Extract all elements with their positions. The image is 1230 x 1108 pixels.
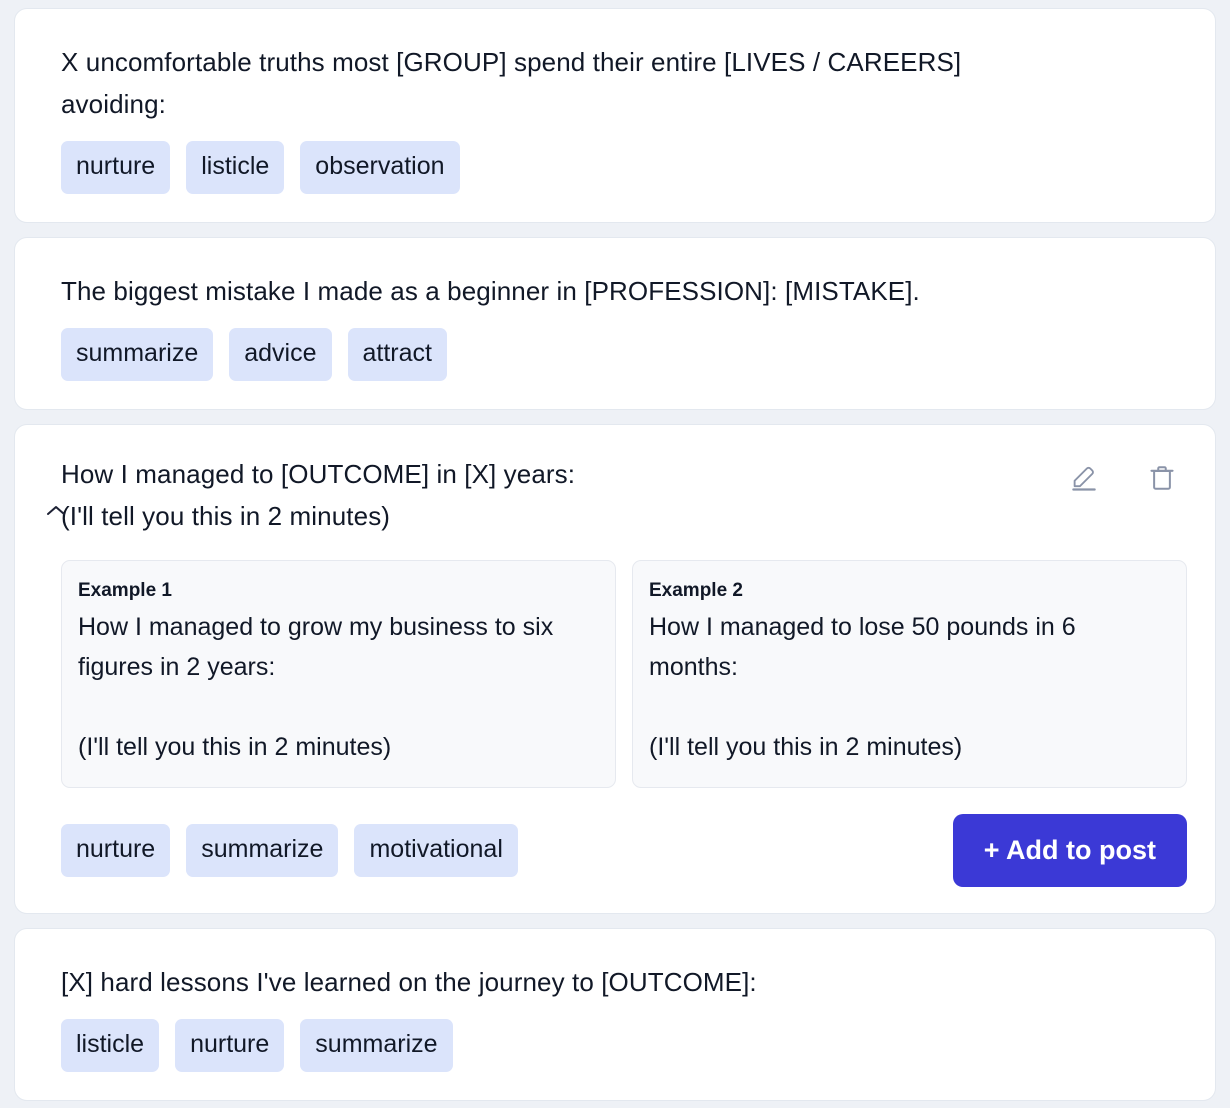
- tag-chip[interactable]: nurture: [61, 141, 171, 195]
- collapse-toggle-button[interactable]: [43, 497, 69, 523]
- tag-list: summarize advice attract: [61, 328, 1187, 382]
- example-box: Example 2 How I managed to lose 50 pound…: [632, 559, 1187, 789]
- card-header: How I managed to [OUTCOME] in [X] years:…: [61, 453, 1187, 537]
- prompt-text: X uncomfortable truths most [GROUP] spen…: [61, 47, 962, 120]
- edit-button[interactable]: [1067, 461, 1101, 495]
- tag-chip[interactable]: nurture: [175, 1019, 285, 1073]
- tag-chip[interactable]: summarize: [61, 328, 214, 382]
- delete-button[interactable]: [1145, 461, 1179, 495]
- example-text: How I managed to lose 50 pounds in 6 mon…: [649, 613, 1076, 762]
- tag-chip[interactable]: listicle: [61, 1019, 160, 1073]
- example-text: How I managed to grow my business to six…: [78, 613, 554, 762]
- tag-list: nurture summarize motivational: [61, 824, 518, 878]
- prompt-template-list: X uncomfortable truths most [GROUP] spen…: [0, 0, 1230, 1108]
- tag-chip[interactable]: observation: [300, 141, 460, 195]
- example-label: Example 2: [649, 579, 743, 601]
- tag-chip[interactable]: nurture: [61, 824, 171, 878]
- card-footer: nurture summarize motivational + Add to …: [61, 814, 1187, 888]
- pencil-edit-icon: [1072, 467, 1096, 491]
- tag-chip[interactable]: listicle: [186, 141, 285, 195]
- example-list: Example 1 How I managed to grow my busin…: [61, 559, 1187, 789]
- prompt-text: How I managed to [OUTCOME] in [X] years:…: [61, 459, 576, 532]
- tag-chip[interactable]: advice: [229, 328, 332, 382]
- chevron-up-icon: [47, 506, 65, 516]
- prompt-card-expanded[interactable]: How I managed to [OUTCOME] in [X] years:…: [14, 424, 1216, 915]
- example-box: Example 1 How I managed to grow my busin…: [61, 559, 616, 789]
- tag-list: listicle nurture summarize: [61, 1019, 1187, 1073]
- prompt-text: The biggest mistake I made as a beginner…: [61, 276, 920, 307]
- add-to-post-button[interactable]: + Add to post: [952, 814, 1187, 888]
- tag-chip[interactable]: attract: [347, 328, 447, 382]
- card-actions: [1067, 453, 1187, 495]
- tag-chip[interactable]: summarize: [300, 1019, 453, 1073]
- tag-list: nurture listicle observation: [61, 141, 1187, 195]
- prompt-card[interactable]: X uncomfortable truths most [GROUP] spen…: [14, 8, 1216, 224]
- example-label: Example 1: [78, 579, 172, 601]
- prompt-card[interactable]: [X] hard lessons I've learned on the jou…: [14, 928, 1216, 1102]
- prompt-card[interactable]: The biggest mistake I made as a beginner…: [14, 237, 1216, 411]
- tag-chip[interactable]: summarize: [186, 824, 339, 878]
- prompt-text: [X] hard lessons I've learned on the jou…: [61, 967, 757, 998]
- tag-chip[interactable]: motivational: [354, 824, 518, 878]
- trash-delete-icon: [1150, 466, 1174, 491]
